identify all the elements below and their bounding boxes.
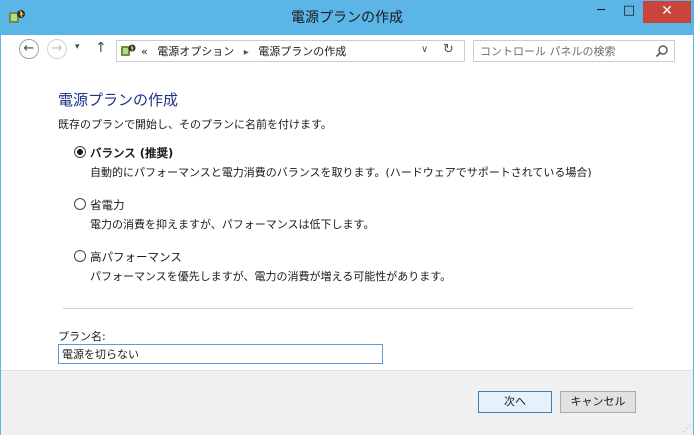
button-bar: 次へ キャンセル ⋰	[1, 370, 693, 435]
breadcrumb: « 電源オプション ▸ 電源プランの作成	[141, 43, 352, 59]
option-power-saver-label[interactable]: 省電力	[90, 197, 125, 213]
recent-locations-dropdown[interactable]: ▾	[75, 42, 80, 52]
title-bar[interactable]: 電源プランの作成 ─ □ ✕	[1, 1, 693, 35]
page-title: 電源プランの作成	[58, 91, 179, 109]
breadcrumb-separator[interactable]: ▸	[244, 47, 249, 58]
search-box[interactable]	[473, 40, 675, 62]
option-high-performance-description: パフォーマンスを優先しますが、電力の消費が増える可能性があります。	[90, 270, 452, 283]
option-balanced-description: 自動的にパフォーマンスと電力消費のバランスを取ります。(ハードウェアでサポートさ…	[90, 166, 592, 179]
minimize-button[interactable]: ─	[587, 1, 615, 23]
search-icon[interactable]	[655, 44, 669, 58]
radio-high-performance[interactable]	[74, 250, 86, 262]
window: 電源プランの作成 ─ □ ✕ ← → ▾ ↑ « 電源オプション ▸ 電源プラン…	[0, 0, 694, 435]
navigation-bar: ← → ▾ ↑ « 電源オプション ▸ 電源プランの作成 ∨ ↻	[1, 35, 693, 65]
search-input[interactable]	[480, 43, 650, 59]
close-button[interactable]: ✕	[643, 1, 691, 23]
resize-grip-icon[interactable]: ⋰	[683, 424, 691, 433]
option-balanced-label[interactable]: バランス (推奨)	[90, 145, 173, 161]
next-button[interactable]: 次へ	[478, 391, 552, 413]
page-description: 既存のプランで開始し、そのプランに名前を付けます。	[58, 118, 332, 131]
address-dropdown-icon[interactable]: ∨	[421, 44, 428, 55]
cancel-button[interactable]: キャンセル	[560, 391, 636, 413]
plan-name-input[interactable]	[58, 344, 383, 364]
breadcrumb-overflow[interactable]: «	[141, 45, 148, 58]
breadcrumb-item-create-plan[interactable]: 電源プランの作成	[258, 45, 346, 58]
control-panel-icon	[121, 44, 136, 56]
radio-power-saver[interactable]	[74, 198, 86, 210]
refresh-icon[interactable]: ↻	[443, 42, 454, 57]
main-content: 電源プランの作成 既存のプランで開始し、そのプランに名前を付けます。 バランス …	[1, 65, 693, 370]
back-button[interactable]: ←	[19, 39, 39, 59]
divider	[63, 308, 633, 309]
radio-balanced[interactable]	[74, 146, 86, 158]
plan-name-label: プラン名:	[58, 330, 106, 343]
forward-button[interactable]: →	[47, 39, 67, 59]
option-high-performance-label[interactable]: 高パフォーマンス	[90, 249, 182, 265]
option-power-saver-description: 電力の消費を抑えますが、パフォーマンスは低下します。	[90, 218, 375, 231]
breadcrumb-item-power-options[interactable]: 電源オプション	[157, 45, 234, 58]
maximize-button[interactable]: □	[615, 1, 643, 23]
address-bar[interactable]: « 電源オプション ▸ 電源プランの作成 ∨ ↻	[116, 40, 465, 62]
up-button[interactable]: ↑	[95, 40, 107, 56]
